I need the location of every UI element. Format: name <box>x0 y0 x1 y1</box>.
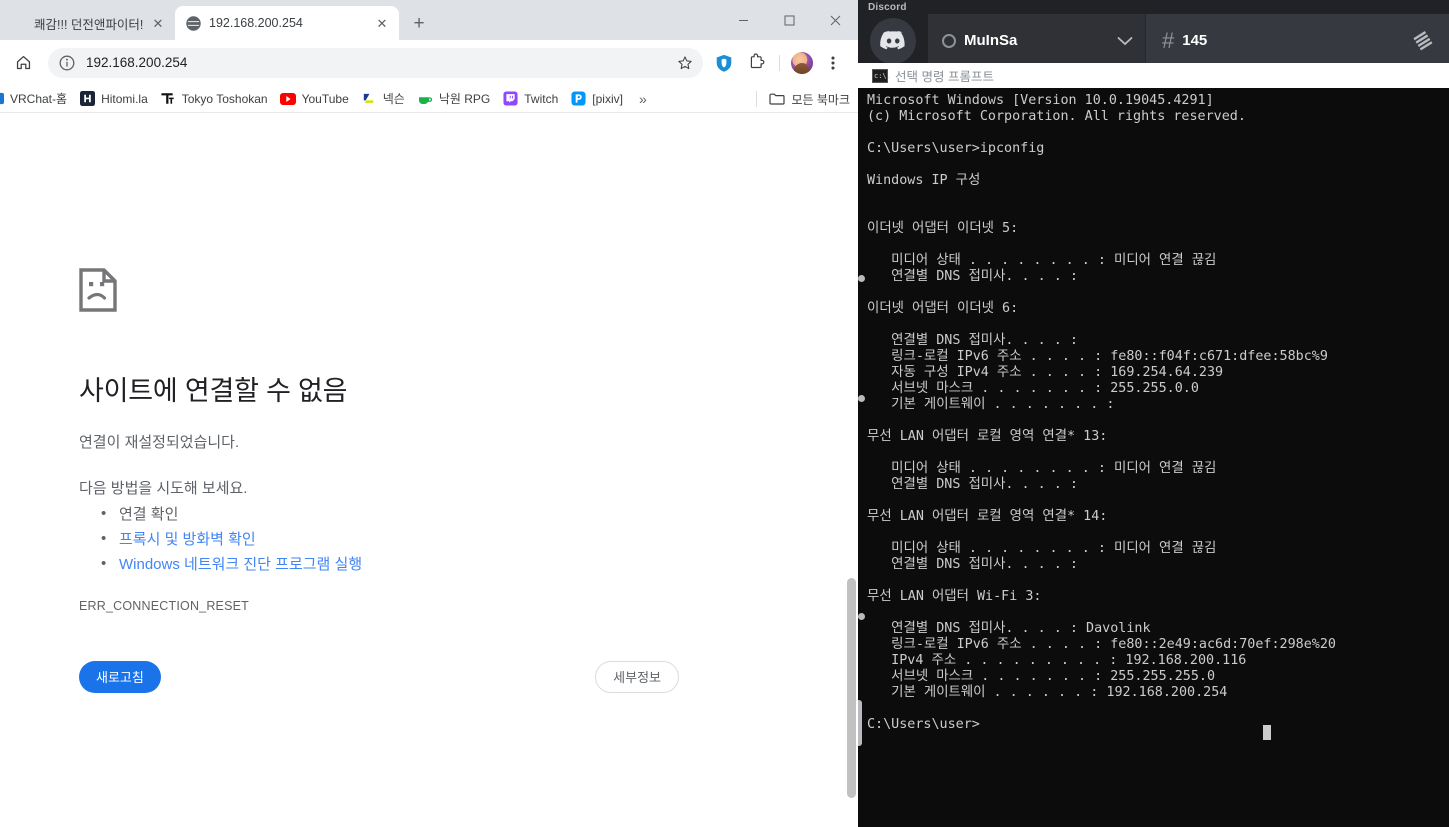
extensions-icon[interactable] <box>741 48 771 78</box>
chevron-down-icon[interactable] <box>1117 33 1133 49</box>
globe-icon <box>185 15 201 31</box>
chrome-browser-window: 쾌감!!! 던전앤파이터! ✕ 192.168.200.254 ✕ + 192.… <box>0 0 858 827</box>
bookmark-label: YouTube <box>301 91 349 106</box>
page-title: 사이트에 연결할 수 없음 <box>79 376 348 406</box>
bookmark-label: Hitomi.la <box>101 91 148 106</box>
bookmarks-divider <box>756 91 758 107</box>
suggestion-check-proxy-firewall[interactable]: 프록시 및 방화벽 확인 <box>101 526 600 552</box>
profile-avatar[interactable] <box>791 51 813 74</box>
bookmark-item-pixiv[interactable]: [pixiv] <box>564 88 629 110</box>
hash-icon: # <box>1162 27 1175 53</box>
bookmark-item-hitomi[interactable]: Hitomi.la <box>73 88 154 110</box>
tab-close-icon[interactable]: ✕ <box>149 14 167 32</box>
discord-window: Discord MuInSa # 145 c:\. 선택 명령 프롬프트 Mic… <box>858 0 1449 827</box>
error-description: 연결이 재설정되었습니다. <box>79 434 240 451</box>
browser-toolbar: 192.168.200.254 <box>0 40 858 85</box>
bookmark-item-nagwon-rpg[interactable]: 낙원 RPG <box>411 88 496 110</box>
suggestion-run-network-diagnostics[interactable]: Windows 네트워크 진단 프로그램 실행 <box>101 551 600 577</box>
discord-app-title: Discord <box>868 1 907 13</box>
discord-unread-dot-1 <box>858 275 865 282</box>
home-icon[interactable] <box>8 48 38 78</box>
tab-title: 쾌감!!! 던전앤파이터! <box>34 17 144 32</box>
discord-channel-header: # 145 <box>1146 14 1449 67</box>
bookmark-item-vrchat[interactable]: VRChat-홈 <box>0 88 73 110</box>
maximize-button[interactable] <box>766 3 812 37</box>
bookmark-item-youtube[interactable]: YouTube <box>274 88 355 110</box>
discord-active-channel-bar <box>858 700 862 746</box>
nexon-icon <box>361 91 377 107</box>
youtube-icon <box>279 91 296 107</box>
all-bookmarks-label: 모든 북마크 <box>791 92 850 107</box>
new-tab-button[interactable]: + <box>405 9 433 37</box>
discord-unread-dot-3 <box>858 613 865 620</box>
address-bar[interactable]: 192.168.200.254 <box>48 47 703 78</box>
cmd-output-text: Microsoft Windows [Version 10.0.19045.42… <box>867 93 1336 732</box>
error-code: ERR_CONNECTION_RESET <box>79 598 249 613</box>
chrome-menu-icon[interactable] <box>818 48 848 78</box>
minimize-button[interactable] <box>720 3 766 37</box>
channel-header-actions[interactable] <box>1411 28 1437 54</box>
cmd-window-title: 선택 명령 프롬프트 <box>895 70 994 84</box>
suggestions-intro: 다음 방법을 시도해 보세요. <box>79 479 248 497</box>
reload-button[interactable]: 새로고침 <box>79 660 161 693</box>
discord-titlebar: Discord <box>858 0 1449 14</box>
suggestion-check-connection: 연결 확인 <box>101 501 600 527</box>
bookmark-star-icon[interactable] <box>673 51 697 75</box>
tab-strip: 쾌감!!! 던전앤파이터! ✕ 192.168.200.254 ✕ + <box>0 0 858 40</box>
bookmark-item-tokyo-toshokan[interactable]: Tokyo Toshokan <box>154 88 274 110</box>
discord-logo-icon[interactable] <box>870 17 916 64</box>
bookmark-label: VRChat-홈 <box>10 92 68 106</box>
scrollbar-thumb[interactable] <box>847 578 856 798</box>
hitomi-icon <box>79 91 95 107</box>
close-window-button[interactable] <box>812 3 858 37</box>
window-controls <box>720 0 858 40</box>
bookmark-label: 넥슨 <box>382 92 405 106</box>
bookmarks-bar: VRChat-홈 Hitomi.la Tokyo Toshokan YouTub… <box>0 85 858 113</box>
tokyo-toshokan-icon <box>160 91 176 107</box>
site-info-icon[interactable] <box>56 52 78 74</box>
discord-unread-dot-2 <box>858 395 865 402</box>
suggestions-list: 연결 확인 프록시 및 방화벽 확인 Windows 네트워크 진단 프로그램 … <box>101 501 600 577</box>
cmd-icon <box>872 68 891 83</box>
error-page: 사이트에 연결할 수 없음 연결이 재설정되었습니다. 다음 방법을 시도해 보… <box>0 113 858 827</box>
channel-name[interactable]: 145 <box>1182 32 1207 49</box>
tab-favicon-placeholder <box>10 15 26 31</box>
toolbar-divider <box>779 54 780 71</box>
details-button[interactable]: 세부정보 <box>595 660 679 693</box>
browser-tab-inactive[interactable]: 쾌감!!! 던전앤파이터! ✕ <box>0 6 175 40</box>
cmd-output-area[interactable]: Microsoft Windows [Version 10.0.19045.42… <box>858 88 1449 827</box>
tab-title: 192.168.200.254 <box>209 16 303 30</box>
bookmarks-overflow-chevron-icon[interactable]: » <box>629 91 657 107</box>
command-prompt-window: 선택 명령 프롬프트 Microsoft Windows [Version 10… <box>858 63 1449 827</box>
bookmark-label: Twitch <box>524 91 559 106</box>
folder-icon <box>769 91 786 107</box>
guild-name-wrap: MuInSa <box>942 32 1117 49</box>
bookmark-label: 낙원 RPG <box>438 92 491 106</box>
pixiv-icon <box>570 91 586 107</box>
screen: 쾌감!!! 던전앤파이터! ✕ 192.168.200.254 ✕ + 192.… <box>0 0 1449 827</box>
guild-name: MuInSa <box>964 32 1018 49</box>
guild-status-badge-icon <box>942 33 956 48</box>
all-bookmarks-button[interactable]: 모든 북마크 <box>763 88 856 110</box>
error-button-row: 새로고침 세부정보 <box>79 660 679 693</box>
discord-server-strip <box>858 14 928 67</box>
address-bar-text: 192.168.200.254 <box>86 55 188 70</box>
vrchat-icon <box>0 91 4 107</box>
cmd-titlebar: 선택 명령 프롬프트 <box>858 63 1449 88</box>
discord-header: MuInSa # 145 <box>858 14 1449 67</box>
page-scrollbar[interactable] <box>845 113 858 827</box>
bookmark-item-twitch[interactable]: Twitch <box>496 88 564 110</box>
browser-tab-active[interactable]: 192.168.200.254 ✕ <box>175 6 399 40</box>
all-bookmarks-area: 모든 북마크 <box>750 85 856 113</box>
bookmark-label: [pixiv] <box>592 91 623 106</box>
tab-close-icon[interactable]: ✕ <box>373 14 391 32</box>
zenmate-vpn-icon[interactable] <box>709 48 739 78</box>
bookmark-label: Tokyo Toshokan <box>181 91 268 106</box>
nagwon-icon <box>417 91 433 107</box>
sad-page-icon <box>79 268 117 312</box>
discord-guild-header[interactable]: MuInSa <box>928 14 1146 67</box>
cmd-cursor <box>1263 725 1271 740</box>
bookmark-item-nexon[interactable]: 넥슨 <box>355 88 411 110</box>
twitch-icon <box>502 91 518 107</box>
